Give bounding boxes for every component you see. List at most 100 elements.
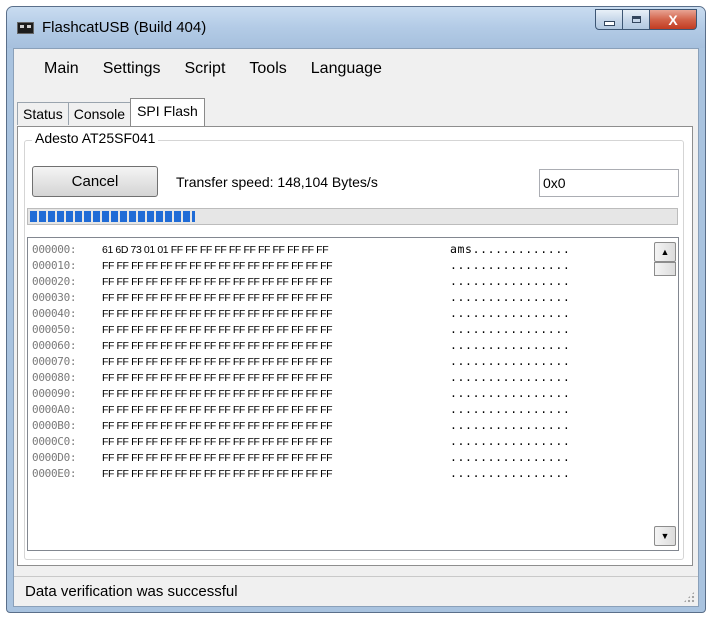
hex-row[interactable]: 000060: FF FF FF FF FF FF FF FF FF FF FF … [32,337,570,353]
hex-ascii: ................ [450,402,571,416]
hex-address: 0000E0: [32,467,77,480]
menu-script[interactable]: Script [173,49,238,83]
hex-address: 000050: [32,323,77,336]
close-button[interactable]: X [650,9,697,30]
hex-address: 000060: [32,339,77,352]
hex-ascii: ................ [450,290,571,304]
tab-spi-flash[interactable]: SPI Flash [130,98,205,126]
client-area: Main Settings Script Tools Language Stat… [13,48,699,607]
hex-bytes: FF FF FF FF FF FF FF FF FF FF FF FF FF F… [102,372,333,384]
hex-bytes: FF FF FF FF FF FF FF FF FF FF FF FF FF F… [102,436,333,448]
hex-ascii: ................ [450,322,571,336]
hex-ascii: ................ [450,354,571,368]
hex-row[interactable]: 000010: FF FF FF FF FF FF FF FF FF FF FF … [32,257,570,273]
address-input[interactable] [539,169,679,197]
hex-address: 000090: [32,387,77,400]
hex-address: 000000: [32,243,77,256]
hex-ascii: ................ [450,466,571,480]
hex-bytes: FF FF FF FF FF FF FF FF FF FF FF FF FF F… [102,468,333,480]
hex-ascii: ................ [450,306,571,320]
hex-lines: 000000: 61 6D 73 01 01 FF FF FF FF FF FF … [32,241,570,481]
hex-bytes: 61 6D 73 01 01 FF FF FF FF FF FF FF FF F… [102,244,329,256]
hex-row[interactable]: 0000D0: FF FF FF FF FF FF FF FF FF FF FF … [32,449,570,465]
scroll-down-arrow-icon: ▼ [660,531,670,541]
minimize-icon [603,21,615,26]
hex-bytes: FF FF FF FF FF FF FF FF FF FF FF FF FF F… [102,404,333,416]
caption-buttons: X [595,9,697,30]
hex-row[interactable]: 000050: FF FF FF FF FF FF FF FF FF FF FF … [32,321,570,337]
hex-row[interactable]: 000080: FF FF FF FF FF FF FF FF FF FF FF … [32,369,570,385]
hex-bytes: FF FF FF FF FF FF FF FF FF FF FF FF FF F… [102,452,333,464]
device-label: Adesto AT25SF041 [32,130,159,146]
hex-address: 000080: [32,371,77,384]
menu-language[interactable]: Language [299,49,394,83]
transfer-speed-label: Transfer speed: 148,104 Bytes/s [176,174,378,190]
menu-bar: Main Settings Script Tools Language [14,49,698,83]
hex-viewer[interactable]: 000000: 61 6D 73 01 01 FF FF FF FF FF FF … [27,237,679,551]
maximize-button[interactable] [623,9,650,30]
tab-console[interactable]: Console [67,102,132,125]
hex-address: 0000C0: [32,435,77,448]
menu-tools[interactable]: Tools [237,49,298,83]
hex-bytes: FF FF FF FF FF FF FF FF FF FF FF FF FF F… [102,420,333,432]
cancel-button[interactable]: Cancel [32,166,158,197]
app-window: FlashcatUSB (Build 404) X Main Settings … [6,6,706,613]
device-groupbox: Adesto AT25SF041 Cancel Transfer speed: … [24,130,684,560]
hex-ascii: ................ [450,418,571,432]
hex-row[interactable]: 0000B0: FF FF FF FF FF FF FF FF FF FF FF … [32,417,570,433]
app-icon[interactable] [17,22,34,34]
hex-row[interactable]: 000090: FF FF FF FF FF FF FF FF FF FF FF … [32,385,570,401]
minimize-button[interactable] [595,9,623,30]
hex-bytes: FF FF FF FF FF FF FF FF FF FF FF FF FF F… [102,292,333,304]
hex-row[interactable]: 000070: FF FF FF FF FF FF FF FF FF FF FF … [32,353,570,369]
scroll-up-arrow-icon: ▲ [660,247,670,257]
hex-address: 000020: [32,275,77,288]
hex-address: 0000D0: [32,451,77,464]
vertical-scrollbar[interactable]: ▲ ▼ [654,240,676,548]
progress-bar [27,208,678,225]
progress-fill [30,211,195,222]
hex-ascii: ................ [450,370,571,384]
hex-bytes: FF FF FF FF FF FF FF FF FF FF FF FF FF F… [102,260,333,272]
hex-ascii: ................ [450,274,571,288]
hex-row[interactable]: 000030: FF FF FF FF FF FF FF FF FF FF FF … [32,289,570,305]
hex-bytes: FF FF FF FF FF FF FF FF FF FF FF FF FF F… [102,356,333,368]
menu-settings[interactable]: Settings [91,49,173,83]
maximize-icon [631,16,641,23]
hex-row[interactable]: 0000E0: FF FF FF FF FF FF FF FF FF FF FF … [32,465,570,481]
resize-grip-icon[interactable] [683,591,695,603]
scroll-thumb[interactable] [654,262,676,276]
hex-ascii: ................ [450,434,571,448]
window-title: FlashcatUSB (Build 404) [42,19,207,36]
tab-strip: Status Console SPI Flash [17,98,205,126]
menu-main[interactable]: Main [14,49,91,83]
hex-address: 000030: [32,291,77,304]
hex-bytes: FF FF FF FF FF FF FF FF FF FF FF FF FF F… [102,324,333,336]
hex-bytes: FF FF FF FF FF FF FF FF FF FF FF FF FF F… [102,308,333,320]
hex-bytes: FF FF FF FF FF FF FF FF FF FF FF FF FF F… [102,340,333,352]
hex-ascii: ams............. [450,242,571,256]
hex-address: 000040: [32,307,77,320]
scroll-up-button[interactable]: ▲ [654,242,676,262]
hex-address: 0000B0: [32,419,77,432]
hex-row[interactable]: 0000A0: FF FF FF FF FF FF FF FF FF FF FF … [32,401,570,417]
spi-flash-panel: Adesto AT25SF041 Cancel Transfer speed: … [17,126,693,566]
hex-address: 000070: [32,355,77,368]
status-text: Data verification was successful [25,583,238,600]
hex-row[interactable]: 000000: 61 6D 73 01 01 FF FF FF FF FF FF … [32,241,570,257]
scroll-down-button[interactable]: ▼ [654,526,676,546]
hex-row[interactable]: 0000C0: FF FF FF FF FF FF FF FF FF FF FF … [32,433,570,449]
hex-address: 0000A0: [32,403,77,416]
hex-bytes: FF FF FF FF FF FF FF FF FF FF FF FF FF F… [102,388,333,400]
hex-row[interactable]: 000020: FF FF FF FF FF FF FF FF FF FF FF … [32,273,570,289]
status-bar: Data verification was successful [14,576,698,606]
hex-ascii: ................ [450,386,571,400]
hex-row[interactable]: 000040: FF FF FF FF FF FF FF FF FF FF FF … [32,305,570,321]
hex-ascii: ................ [450,450,571,464]
hex-ascii: ................ [450,338,571,352]
hex-address: 000010: [32,259,77,272]
hex-bytes: FF FF FF FF FF FF FF FF FF FF FF FF FF F… [102,276,333,288]
tab-status[interactable]: Status [17,102,69,125]
close-icon: X [668,11,678,28]
title-bar[interactable]: FlashcatUSB (Build 404) X [7,7,705,48]
